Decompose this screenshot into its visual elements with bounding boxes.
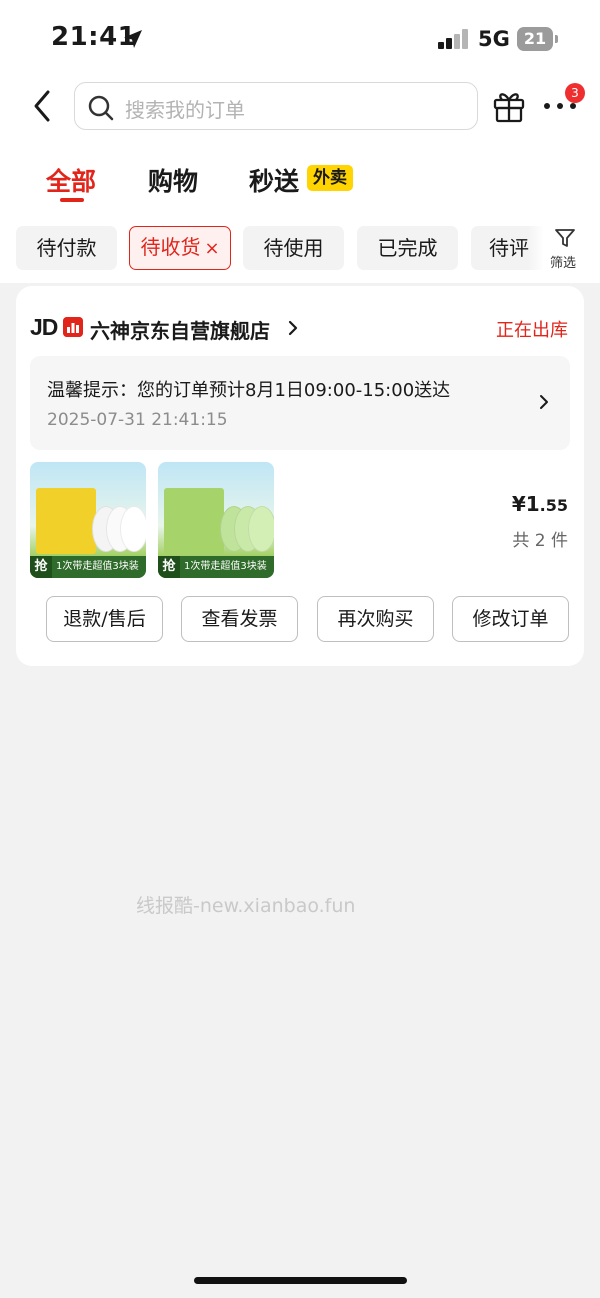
gift-icon[interactable] xyxy=(492,89,526,123)
back-icon[interactable] xyxy=(28,88,58,124)
network-type: 5G xyxy=(478,27,510,51)
product-box xyxy=(36,488,96,554)
product-box xyxy=(164,488,224,554)
view-invoice-button[interactable]: 查看发票 xyxy=(181,596,298,642)
chevron-right-icon[interactable] xyxy=(287,320,299,336)
product-thumbnail[interactable]: 抢 1次带走超值3块装 xyxy=(30,462,146,578)
chip-pending-receipt[interactable]: 待收货 × xyxy=(129,226,231,270)
chip-pending-payment[interactable]: 待付款 xyxy=(16,226,117,270)
search-icon xyxy=(88,95,114,121)
product-caption-strip: 抢 1次带走超值3块装 xyxy=(30,556,146,578)
notification-badge: 3 xyxy=(565,83,585,103)
location-arrow-icon xyxy=(124,30,142,48)
filter-icon[interactable] xyxy=(554,227,576,249)
price-integer: 1 xyxy=(525,492,540,516)
battery-cap xyxy=(555,35,558,43)
search-placeholder: 搜索我的订单 xyxy=(125,98,245,122)
chip-to-use[interactable]: 待使用 xyxy=(243,226,344,270)
chip-label: 已完成 xyxy=(377,236,438,260)
product-caption-strip: 抢 1次带走超值3块装 xyxy=(158,556,274,578)
product-badge: 抢 xyxy=(158,556,180,578)
product-disc xyxy=(248,506,274,552)
signal-icon xyxy=(438,29,468,49)
modify-order-button[interactable]: 修改订单 xyxy=(452,596,569,642)
home-indicator[interactable] xyxy=(194,1277,407,1284)
product-caption: 1次带走超值3块装 xyxy=(184,561,267,572)
refund-aftersale-button[interactable]: 退款/售后 xyxy=(46,596,163,642)
chevron-right-icon xyxy=(540,395,548,409)
tab-shopping[interactable]: 购物 xyxy=(148,162,198,198)
battery-icon: 21 xyxy=(517,27,553,51)
chip-label: 待收货 xyxy=(140,235,201,259)
item-count: 共 2 件 xyxy=(512,531,568,551)
takeout-tag: 外卖 xyxy=(307,165,353,191)
buy-again-button[interactable]: 再次购买 xyxy=(317,596,434,642)
product-badge: 抢 xyxy=(30,556,52,578)
tab-all[interactable]: 全部 xyxy=(46,162,96,198)
status-bar: 21:41 5G 21 xyxy=(0,0,600,80)
chip-close-icon[interactable]: × xyxy=(204,238,219,259)
jd-logo: JD xyxy=(30,314,58,340)
chip-completed[interactable]: 已完成 xyxy=(357,226,458,270)
store-icon xyxy=(63,317,83,337)
chip-label: 待评 xyxy=(489,236,529,260)
delivery-tip-text: 温馨提示：您的订单预计8月1日09:00-15:00送达 xyxy=(47,380,451,401)
order-status: 正在出库 xyxy=(496,320,568,341)
search-input[interactable]: 搜索我的订单 xyxy=(74,82,478,130)
product-caption: 1次带走超值3块装 xyxy=(56,561,139,572)
order-time: 2025-07-31 21:41:15 xyxy=(47,410,228,430)
price-symbol: ¥ xyxy=(511,492,526,516)
delivery-tip[interactable]: 温馨提示：您的订单预计8月1日09:00-15:00送达 2025-07-31 … xyxy=(30,356,570,450)
product-thumbnail[interactable]: 抢 1次带走超值3块装 xyxy=(158,462,274,578)
chip-label: 待付款 xyxy=(36,236,97,260)
price-decimal: .55 xyxy=(539,496,568,515)
store-name[interactable]: 六神京东自营旗舰店 xyxy=(90,315,270,344)
watermark: 线报酷-new.xianbao.fun xyxy=(136,895,356,917)
active-tab-indicator xyxy=(60,198,84,202)
product-disc xyxy=(120,506,146,552)
filter-label[interactable]: 筛选 xyxy=(550,252,576,271)
chip-label: 待使用 xyxy=(263,236,324,260)
order-price: ¥1.55 xyxy=(512,492,568,516)
tab-instant-delivery[interactable]: 秒送 xyxy=(249,162,299,198)
order-card[interactable]: JD 六神京东自营旗舰店 正在出库 温馨提示：您的订单预计8月1日09:00-1… xyxy=(16,286,584,666)
